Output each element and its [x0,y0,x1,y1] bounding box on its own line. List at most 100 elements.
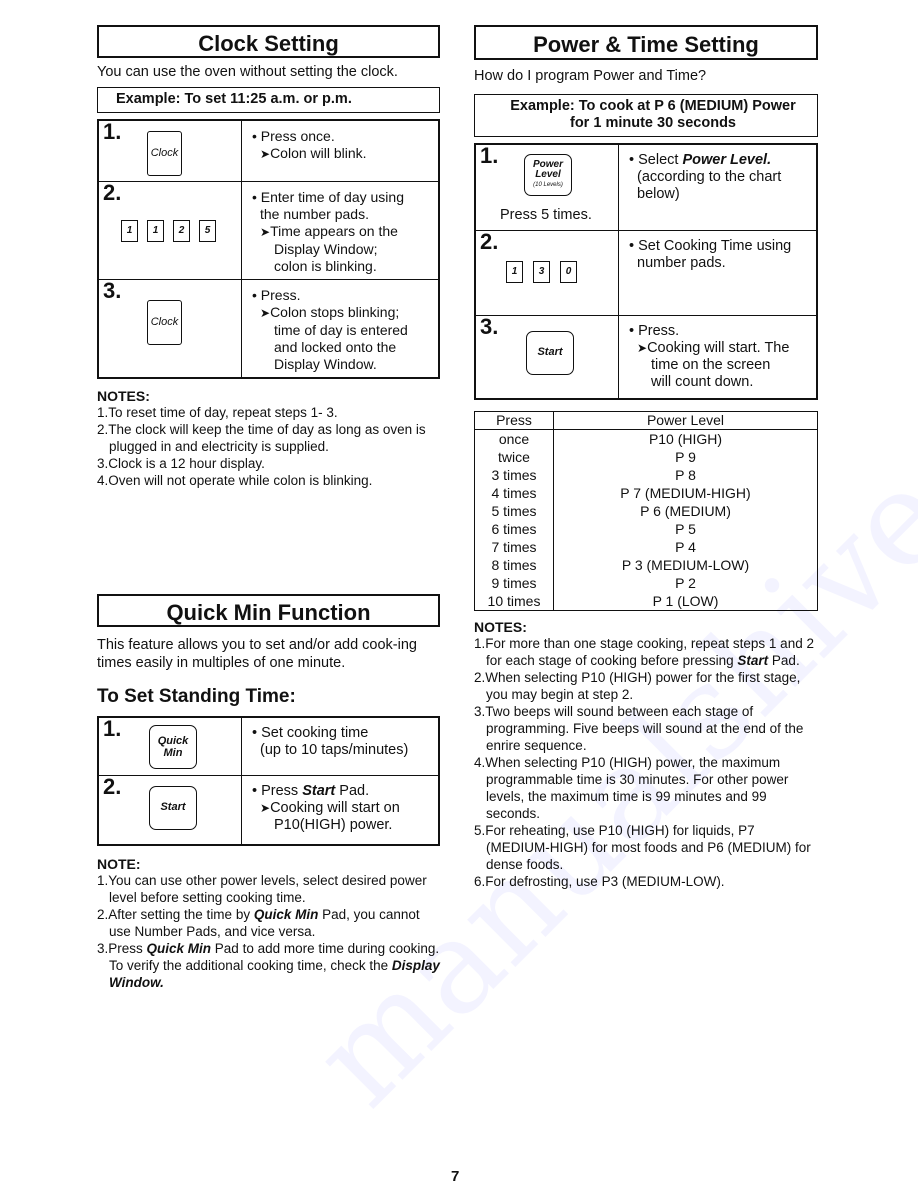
step-result: Cooking will start. The [629,340,808,357]
step-instruction: Press once. [252,128,430,145]
power-level-cell: P 6 (MEDIUM) [640,503,731,519]
step-number: 2. [480,228,499,254]
number-pads-icon: 1 3 0 [506,260,577,283]
clock-step-1: 1. Clock Press once. Colon will blink. [97,119,440,182]
power-step-2: 2. 1 3 0 Set Cooking Time using number p… [474,228,818,316]
power-level-cell: P 1 (LOW) [652,593,719,609]
power-table-row: 9 times P 2 [474,574,818,592]
step-number: 3. [103,277,122,303]
power-step-1: 1. Power Level (10 Levels) Press 5 times… [474,143,818,231]
left-column: Clock Setting You can use the oven witho… [97,25,440,489]
note-item: 1.To reset time of day, repeat steps 1- … [97,404,338,420]
power-table-header: Press Power Level [474,411,818,430]
power-table-row: 3 times P 8 [474,466,818,484]
power-level-cell: P 5 [675,521,696,537]
power-table-row: 8 times P 3 (MEDIUM-LOW) [474,556,818,574]
step-result: Display Window; [274,240,378,257]
clock-setting-title: Clock Setting [97,25,440,58]
quick-min-steps-table: 1. Quick Min Set cooking time (up to 10 … [97,716,440,846]
quick-min-intro: This feature allows you to set and/or ad… [97,637,417,671]
press-count-cell: 10 times [474,592,554,611]
standing-time-heading: To Set Standing Time: [97,686,296,707]
clock-notes-title: NOTES: [97,387,150,404]
number-key-icon: 0 [560,260,577,283]
power-table-row: 7 times P 4 [474,538,818,556]
note-item: 3.Clock is a 12 hour display. [97,455,265,471]
number-key-icon: 1 [506,260,523,283]
power-level-cell: P 2 [675,575,696,591]
press-count-cell: twice [474,448,554,466]
power-time-example: Example: To cook at P 6 (MEDIUM) Power f… [474,94,818,137]
step-number: 3. [480,313,499,339]
step-result: colon is blinking. [274,257,377,274]
quick-min-step-1: 1. Quick Min Set cooking time (up to 10 … [97,716,440,776]
clock-steps-table: 1. Clock Press once. Colon will blink. 2… [97,119,440,379]
step-result: Cooking will start on [252,800,430,817]
number-pads-icon: 1 1 2 5 [121,219,216,242]
clock-step-3: 3. Clock Press. Colon stops blinking; ti… [97,277,440,378]
number-key-icon: 5 [199,219,216,242]
clock-notes: 1.To reset time of day, repeat steps 1- … [97,404,440,489]
power-level-cell: P 7 (MEDIUM-HIGH) [620,485,751,501]
clock-pad-icon: Clock [147,131,182,176]
note-item: 4.When selecting P10 (HIGH) power, the m… [474,755,789,821]
power-table-row: 4 times P 7 (MEDIUM-HIGH) [474,484,818,502]
number-key-icon: 2 [173,219,190,242]
step-result: P10(HIGH) power. [274,816,393,833]
step-number: 1. [480,143,499,168]
press-count-cell: 7 times [474,538,554,556]
note-item: 2.The clock will keep the time of day as… [97,421,426,454]
quick-min-pad-icon: Quick Min [149,725,197,769]
press-count-cell: 9 times [474,574,554,592]
note-item: 5.For reheating, use P10 (HIGH) for liqu… [474,823,811,872]
power-step-3: 3. Start Press. Cooking will start. The … [474,313,818,400]
note-item: 2.When selecting P10 (HIGH) power for th… [474,670,801,702]
step-instruction: Select Power Level. [629,152,808,169]
quick-min-section: Quick Min Function This feature allows y… [97,594,440,991]
step-result: and locked onto the [274,338,397,355]
power-notes-title: NOTES: [474,619,527,635]
step-instruction: number pads. [637,254,726,271]
power-table-row: twice P 9 [474,448,818,466]
step-instruction: Enter time of day using [252,189,430,206]
header-press: Press [474,411,554,430]
press-count-cell: once [474,429,554,448]
note-item: 1.For more than one stage cooking, repea… [474,636,814,668]
power-level-table: Press Power Level once P10 (HIGH) twice P 9… [474,411,818,611]
step-number: 1. [103,716,122,741]
power-table-row: 6 times P 5 [474,520,818,538]
power-level-pad-icon: Power Level (10 Levels) [524,154,572,196]
quick-min-notes: 1.You can use other power levels, select… [97,872,440,991]
number-key-icon: 3 [533,260,550,283]
header-power-level: Power Level [553,411,818,430]
step-instruction: below) [637,186,680,202]
power-level-cell: P 4 [675,539,696,555]
right-column: Power & Time Setting How do I program Po… [474,25,818,890]
power-level-cell: P10 (HIGH) [648,431,723,447]
quick-min-notes-title: NOTE: [97,856,141,872]
power-time-title: Power & Time Setting [474,25,818,60]
step-instruction: Press. [629,323,808,340]
step-instruction: Set cooking time [252,725,430,742]
step-number: 1. [103,119,122,144]
note-item: 1.You can use other power levels, select… [97,873,427,905]
press-count-cell: 8 times [474,556,554,574]
step-instruction: (up to 10 taps/minutes) [260,742,409,758]
step-instruction: Set Cooking Time using [629,238,808,255]
page-number: 7 [451,1168,460,1185]
step-instruction: (according to the chart [637,169,782,185]
number-key-icon: 1 [147,219,164,242]
quick-min-step-2: 2. Start Press Start Pad. Cooking will s… [97,773,440,846]
power-level-cell: P 3 (MEDIUM-LOW) [621,557,750,573]
step-result: Time appears on the [252,223,430,241]
step-instruction: the number pads. [260,205,369,222]
power-time-intro: How do I program Power and Time? [474,68,707,84]
power-level-cell: P 8 [675,467,696,483]
step-number: 2. [103,773,122,799]
press-count-cell: 5 times [474,502,554,520]
power-table-row: once P10 (HIGH) [474,429,818,448]
note-item: 4.Oven will not operate while colon is b… [97,472,373,488]
step-result: Colon stops blinking; [252,304,430,322]
start-pad-icon: Start [149,785,197,830]
note-item: 3.Two beeps will sound between each stag… [474,704,804,753]
